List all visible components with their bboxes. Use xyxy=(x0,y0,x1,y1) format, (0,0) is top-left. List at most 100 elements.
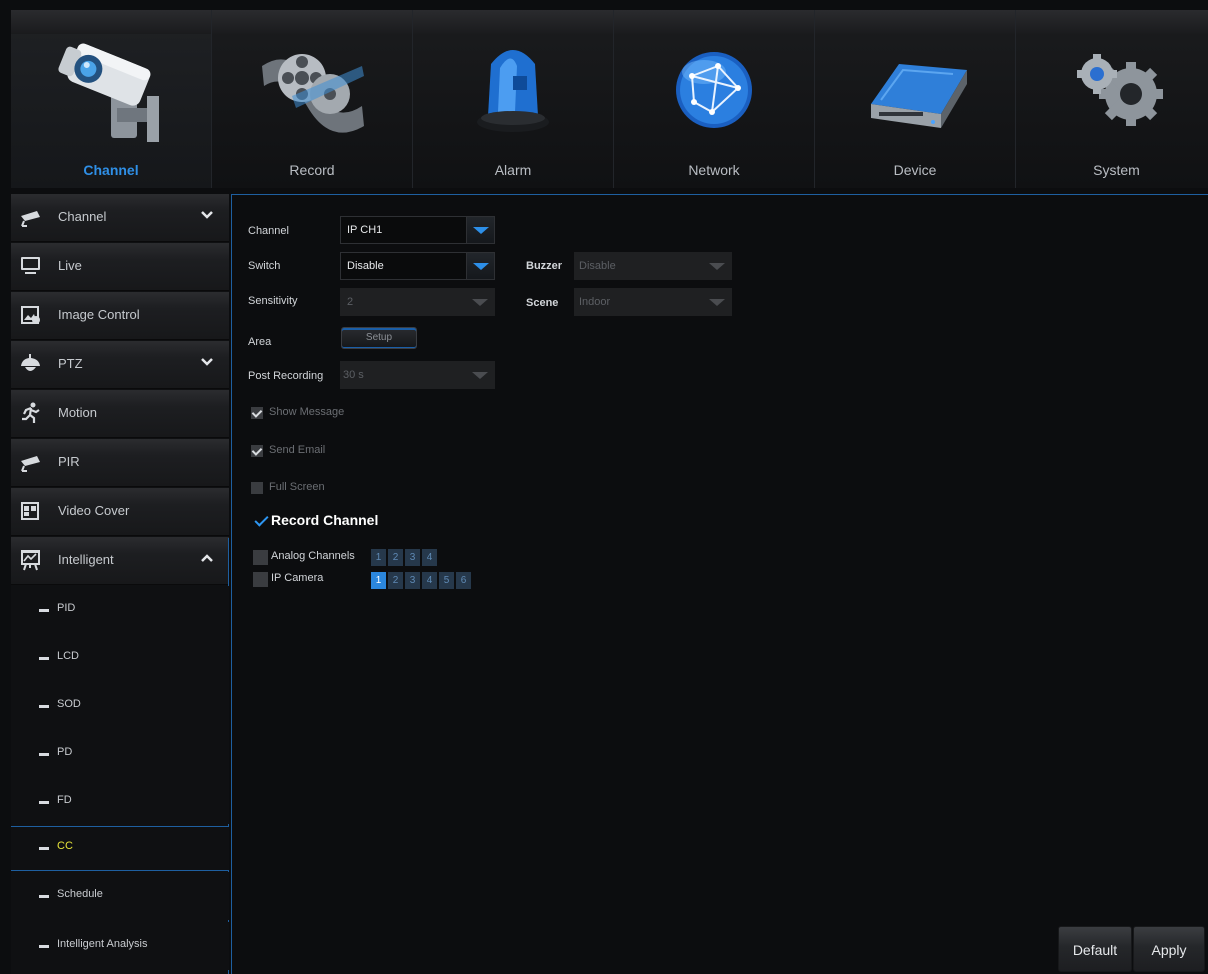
sidebar-item-label: Channel xyxy=(58,209,107,224)
scene-label: Scene xyxy=(526,297,559,309)
tab-alarm[interactable]: Alarm xyxy=(413,10,614,188)
dash-icon xyxy=(39,705,49,708)
dropdown-arrow-icon[interactable] xyxy=(466,217,494,243)
dropdown-arrow-icon xyxy=(703,253,731,279)
sidebar-item-label: PIR xyxy=(58,454,80,469)
tab-label: Alarm xyxy=(494,162,532,178)
hard-drive-icon xyxy=(855,36,975,146)
sidebar-item-pir[interactable]: PIR xyxy=(11,439,229,487)
running-man-icon xyxy=(19,402,43,424)
buzzer-select: Disable xyxy=(574,252,732,280)
analog-channel-4[interactable]: 4 xyxy=(422,549,437,566)
ip-camera-2[interactable]: 2 xyxy=(388,572,403,589)
sidebar-item-label: Live xyxy=(58,258,82,273)
sub-item-lcd[interactable]: LCD xyxy=(11,634,229,682)
area-label: Area xyxy=(248,336,272,348)
sensitivity-value: 2 xyxy=(347,296,354,308)
video-cover-icon xyxy=(19,500,43,522)
top-tab-bar: Channel Record Alarm Network Device Syst… xyxy=(11,10,1208,188)
tab-system[interactable]: System xyxy=(1016,10,1208,188)
channel-select[interactable]: IP CH1 xyxy=(340,216,495,244)
sub-item-label: FD xyxy=(57,794,72,806)
ip-camera-4[interactable]: 4 xyxy=(422,572,437,589)
show-message-checkbox[interactable] xyxy=(251,407,263,419)
sidebar-item-ptz[interactable]: PTZ xyxy=(11,341,229,389)
switch-select[interactable]: Disable xyxy=(340,252,495,280)
ip-camera-5[interactable]: 5 xyxy=(439,572,454,589)
film-reel-icon xyxy=(252,36,372,146)
buzzer-label: Buzzer xyxy=(526,260,563,272)
sidebar-item-video-cover[interactable]: Video Cover xyxy=(11,488,229,536)
tab-label: System xyxy=(1093,162,1140,178)
dash-icon xyxy=(39,753,49,756)
record-channel-label: Record Channel xyxy=(271,512,379,528)
globe-icon xyxy=(654,36,774,146)
sub-item-sod[interactable]: SOD xyxy=(11,682,229,730)
tab-label: Network xyxy=(688,162,740,178)
sub-item-label: SOD xyxy=(57,698,81,710)
sub-item-label: PD xyxy=(57,746,73,758)
analog-channels-label: Analog Channels xyxy=(271,550,355,562)
analog-channels-checkbox[interactable] xyxy=(253,550,268,565)
tab-device[interactable]: Device xyxy=(815,10,1016,188)
sub-item-label: PID xyxy=(57,602,76,614)
siren-icon xyxy=(453,36,573,146)
full-screen-label: Full Screen xyxy=(269,481,325,493)
setup-button[interactable]: Setup xyxy=(341,327,417,349)
sub-item-pd[interactable]: PD xyxy=(11,730,229,778)
sidebar-item-motion[interactable]: Motion xyxy=(11,390,229,438)
tab-record[interactable]: Record xyxy=(212,10,413,188)
analog-channel-3[interactable]: 3 xyxy=(405,549,420,566)
sidebar-item-label: Video Cover xyxy=(58,503,130,518)
ip-camera-1[interactable]: 1 xyxy=(371,572,386,589)
image-icon xyxy=(19,304,43,326)
ip-camera-3[interactable]: 3 xyxy=(405,572,420,589)
dash-icon xyxy=(39,657,49,660)
full-screen-checkbox[interactable] xyxy=(251,482,263,494)
analog-channel-1[interactable]: 1 xyxy=(371,549,386,566)
camera-icon xyxy=(51,36,171,146)
ip-camera-label: IP Camera xyxy=(271,572,324,584)
tab-channel[interactable]: Channel xyxy=(11,10,212,188)
post-recording-select: 30 s xyxy=(340,361,495,389)
sensitivity-label: Sensitivity xyxy=(248,295,298,307)
sidebar-item-image-control[interactable]: Image Control xyxy=(11,292,229,340)
ip-camera-6[interactable]: 6 xyxy=(456,572,471,589)
sidebar-item-label: Motion xyxy=(58,405,98,420)
chevron-down-icon xyxy=(199,207,215,223)
chevron-down-icon xyxy=(199,354,215,370)
switch-value: Disable xyxy=(347,260,384,272)
sidebar-item-channel[interactable]: Channel xyxy=(11,194,229,242)
sub-item-schedule[interactable]: Schedule xyxy=(11,872,229,920)
gears-icon xyxy=(1057,36,1177,146)
ip-camera-checkbox[interactable] xyxy=(253,572,268,587)
sub-item-label: LCD xyxy=(57,650,80,662)
dropdown-arrow-icon[interactable] xyxy=(466,253,494,279)
sub-item-pid[interactable]: PID xyxy=(11,586,229,634)
default-button[interactable]: Default xyxy=(1058,926,1132,972)
post-recording-value: 30 s xyxy=(343,369,364,381)
analog-channel-2[interactable]: 2 xyxy=(388,549,403,566)
channel-label: Channel xyxy=(248,225,289,237)
sensitivity-select: 2 xyxy=(340,288,495,316)
apply-button[interactable]: Apply xyxy=(1133,926,1205,972)
tab-network[interactable]: Network xyxy=(614,10,815,188)
tab-label: Record xyxy=(289,162,335,178)
sub-item-label: Schedule xyxy=(57,888,103,900)
switch-label: Switch xyxy=(248,260,281,272)
tab-label: Device xyxy=(893,162,937,178)
channel-value: IP CH1 xyxy=(347,224,383,236)
record-channel-checkbox[interactable] xyxy=(254,513,270,529)
dropdown-arrow-icon xyxy=(703,289,731,315)
send-email-checkbox[interactable] xyxy=(251,445,263,457)
sub-item-label: Intelligent Analysis xyxy=(57,938,148,950)
sub-item-cc[interactable]: CC xyxy=(11,827,229,869)
sub-item-fd[interactable]: FD xyxy=(11,778,229,824)
dropdown-arrow-icon xyxy=(466,362,494,388)
dropdown-arrow-icon xyxy=(466,289,494,315)
dash-icon xyxy=(39,945,49,948)
sidebar-item-live[interactable]: Live xyxy=(11,243,229,291)
sub-item-intelligent-analysis[interactable]: Intelligent Analysis xyxy=(11,922,229,970)
ptz-dome-icon xyxy=(19,353,43,375)
post-recording-label: Post Recording xyxy=(248,370,324,382)
